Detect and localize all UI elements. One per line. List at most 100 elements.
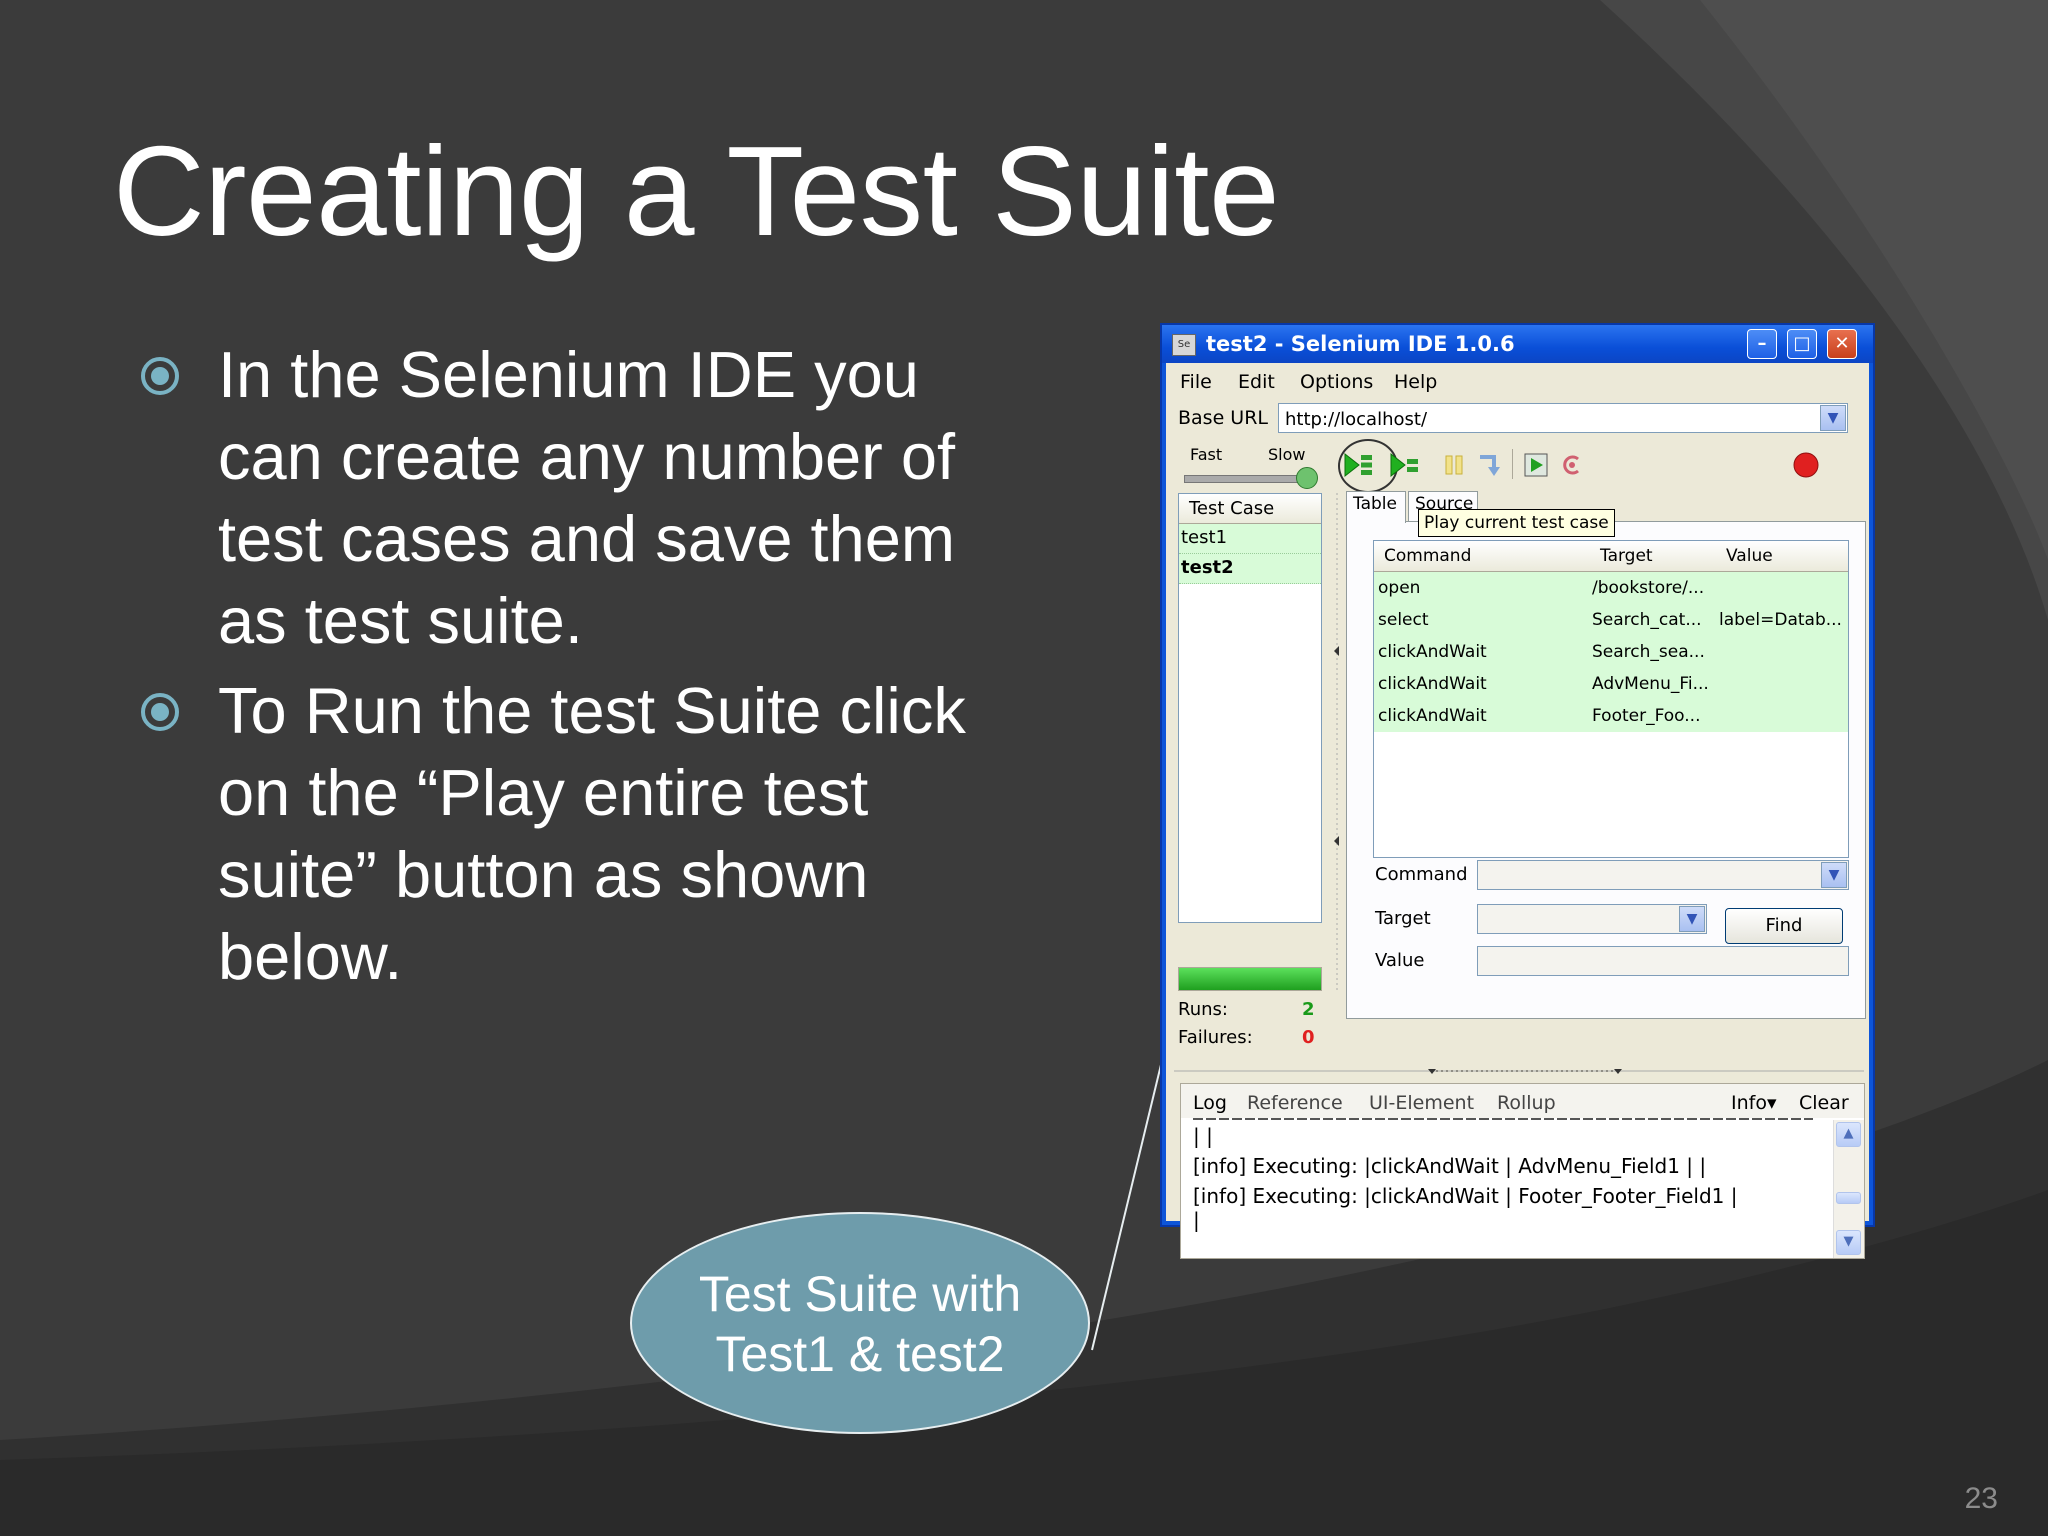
- chevron-down-icon[interactable]: ▼: [1820, 405, 1846, 431]
- runs-value: 2: [1302, 999, 1315, 1020]
- bullet-list: In the Selenium IDE you can create any n…: [140, 334, 1040, 1006]
- target-input[interactable]: ▼: [1477, 904, 1707, 934]
- log-line: [info] Executing: |clickAndWait | AdvMen…: [1193, 1154, 1707, 1178]
- vertical-splitter[interactable]: [1331, 493, 1343, 993]
- bullet-item: To Run the test Suite click on the “Play…: [140, 670, 1040, 998]
- log-panel: Log Reference UI-Element Rollup Info▾ Cl…: [1180, 1083, 1865, 1259]
- table-row[interactable]: open /bookstore/...: [1374, 572, 1848, 604]
- maximize-button[interactable]: □: [1787, 329, 1817, 359]
- play-current-test-icon[interactable]: [1388, 449, 1420, 481]
- page-number: 23: [1964, 1482, 1998, 1515]
- command-label: Command: [1375, 864, 1468, 885]
- log-line: | |: [1193, 1124, 1213, 1148]
- callout-bubble: Test Suite with Test1 & test2: [630, 1212, 1090, 1434]
- bullet-circle-icon: [141, 357, 179, 395]
- tab-ui-element[interactable]: UI-Element: [1369, 1092, 1474, 1114]
- cell-command: open: [1378, 578, 1421, 598]
- base-url-input[interactable]: http://localhost/ ▼: [1278, 403, 1848, 433]
- cell-target: /bookstore/...: [1592, 578, 1705, 598]
- log-output: | | [info] Executing: |clickAndWait | Ad…: [1181, 1118, 1831, 1256]
- log-scrollbar[interactable]: ▲ ▼: [1833, 1120, 1864, 1258]
- testrunner-icon[interactable]: [1520, 449, 1552, 481]
- cell-target: AdvMenu_Fi...: [1592, 674, 1709, 694]
- horizontal-splitter[interactable]: [1174, 1065, 1864, 1077]
- speed-track[interactable]: [1184, 475, 1308, 483]
- find-button[interactable]: Find: [1725, 908, 1843, 944]
- menu-edit[interactable]: Edit: [1238, 371, 1275, 393]
- log-line: |: [1193, 1208, 1200, 1232]
- bullet-text: In the Selenium IDE you can create any n…: [218, 338, 956, 657]
- cell-target: Search_sea...: [1592, 642, 1705, 662]
- tab-reference[interactable]: Reference: [1247, 1092, 1343, 1114]
- test-case-list: Test Case test1 test2: [1178, 493, 1322, 923]
- play-entire-suite-icon[interactable]: [1342, 449, 1374, 481]
- table-row[interactable]: select Search_cat... label=Datab...: [1374, 604, 1848, 636]
- value-input[interactable]: [1477, 946, 1849, 976]
- table-panel: Command Target Value open /bookstore/...…: [1346, 521, 1866, 1019]
- failures-value: 0: [1302, 1027, 1315, 1048]
- log-tab-strip: Log Reference UI-Element Rollup Info▾ Cl…: [1181, 1084, 1864, 1118]
- cell-target: Search_cat...: [1592, 610, 1702, 630]
- window-titlebar: Se test2 - Selenium IDE 1.0.6 – □ ✕: [1162, 325, 1873, 363]
- base-url-row: Base URL http://localhost/ ▼: [1166, 399, 1869, 439]
- chevron-down-icon[interactable]: ▼: [1821, 862, 1847, 888]
- chevron-down-icon[interactable]: ▼: [1679, 906, 1705, 932]
- tab-rollup[interactable]: Rollup: [1497, 1092, 1556, 1114]
- list-item[interactable]: test1: [1179, 524, 1321, 554]
- base-url-label: Base URL: [1178, 407, 1268, 429]
- cell-command: select: [1378, 610, 1429, 630]
- menu-options[interactable]: Options: [1300, 371, 1373, 393]
- command-table: Command Target Value open /bookstore/...…: [1373, 540, 1849, 858]
- speed-slow-label: Slow: [1268, 445, 1306, 464]
- log-line: [info] Executing: |clickAndWait | Footer…: [1193, 1184, 1738, 1208]
- progress-bar: [1178, 967, 1322, 991]
- callout-line: Test1 & test2: [715, 1326, 1005, 1382]
- table-header: Command Target Value: [1374, 541, 1848, 572]
- info-dropdown[interactable]: Info▾: [1731, 1092, 1777, 1114]
- tab-log[interactable]: Log: [1193, 1092, 1227, 1114]
- menu-help[interactable]: Help: [1394, 371, 1437, 393]
- close-button[interactable]: ✕: [1827, 329, 1857, 359]
- cell-command: clickAndWait: [1378, 674, 1487, 694]
- list-item[interactable]: test2: [1179, 554, 1321, 584]
- menu-bar: File Edit Options Help: [1166, 363, 1869, 397]
- selenium-app-icon: Se: [1172, 334, 1196, 356]
- toolbar: [1342, 443, 1862, 487]
- record-icon[interactable]: [1790, 449, 1822, 481]
- bullet-item: In the Selenium IDE you can create any n…: [140, 334, 1040, 662]
- runs-label: Runs:: [1178, 999, 1228, 1020]
- minimize-button[interactable]: –: [1747, 329, 1777, 359]
- bullet-circle-icon: [141, 693, 179, 731]
- speed-thumb[interactable]: [1296, 467, 1318, 489]
- cell-command: clickAndWait: [1378, 706, 1487, 726]
- scroll-thumb[interactable]: [1836, 1192, 1861, 1204]
- tab-table[interactable]: Table: [1346, 491, 1406, 523]
- cell-value: label=Datab...: [1719, 610, 1842, 630]
- bullet-text: To Run the test Suite click on the “Play…: [218, 674, 966, 993]
- rollup-icon[interactable]: [1556, 449, 1588, 481]
- tooltip: Play current test case: [1418, 509, 1615, 537]
- window-client: File Edit Options Help Base URL http://l…: [1166, 363, 1869, 1259]
- command-input[interactable]: ▼: [1477, 860, 1849, 890]
- column-header-value[interactable]: Value: [1726, 546, 1773, 566]
- target-label: Target: [1375, 908, 1431, 929]
- failures-label: Failures:: [1178, 1027, 1253, 1048]
- column-header-command[interactable]: Command: [1384, 546, 1471, 566]
- base-url-value: http://localhost/: [1285, 409, 1428, 430]
- speed-slider[interactable]: Fast Slow: [1178, 445, 1318, 489]
- step-icon[interactable]: [1474, 449, 1506, 481]
- clear-button[interactable]: Clear: [1799, 1092, 1849, 1114]
- column-header-target[interactable]: Target: [1600, 546, 1653, 566]
- test-case-header: Test Case: [1179, 494, 1321, 524]
- pause-icon[interactable]: [1438, 449, 1470, 481]
- callout-line: Test Suite with: [698, 1266, 1022, 1322]
- table-row[interactable]: clickAndWait Search_sea...: [1374, 636, 1848, 668]
- table-row[interactable]: clickAndWait AdvMenu_Fi...: [1374, 668, 1848, 700]
- toolbar-separator: [1512, 449, 1513, 479]
- table-row[interactable]: clickAndWait Footer_Foo...: [1374, 700, 1848, 732]
- value-label: Value: [1375, 950, 1425, 971]
- scroll-down-icon[interactable]: ▼: [1836, 1230, 1861, 1255]
- selenium-ide-window: Se test2 - Selenium IDE 1.0.6 – □ ✕ File…: [1160, 323, 1875, 1259]
- scroll-up-icon[interactable]: ▲: [1836, 1122, 1861, 1147]
- menu-file[interactable]: File: [1180, 371, 1212, 393]
